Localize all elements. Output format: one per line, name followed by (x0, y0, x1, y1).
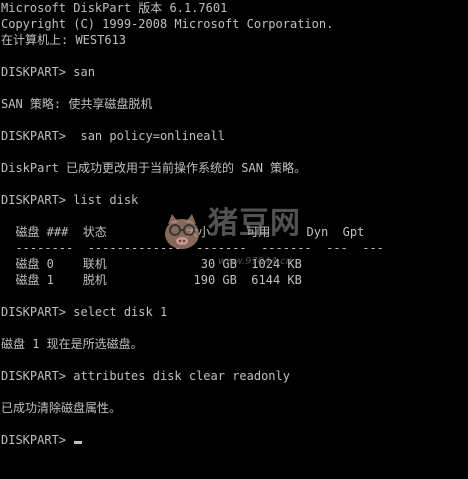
console-line-output: SAN 策略: 使共享磁盘脱机 (1, 97, 153, 111)
console-line-version: Microsoft DiskPart 版本 6.1.7601 (1, 1, 228, 15)
console-line-output: 磁盘 1 现在是所选磁盘。 (1, 337, 143, 351)
disk-table-row: 磁盘 0 联机 30 GB 1024 KB (1, 257, 302, 271)
console-prompt-line[interactable]: DISKPART> (1, 432, 83, 448)
text-cursor (74, 441, 83, 444)
disk-table-row: 磁盘 1 脱机 190 GB 6144 KB (1, 273, 302, 287)
console-line-command: DISKPART> san (1, 65, 95, 79)
disk-table-separator: -------- ------------- ------- ------- -… (1, 241, 384, 255)
console-window[interactable]: Microsoft DiskPart 版本 6.1.7601 Copyright… (0, 0, 468, 479)
console-line-copyright: Copyright (C) 1999-2008 Microsoft Corpor… (1, 17, 334, 31)
console-line-command: DISKPART> attributes disk clear readonly (1, 369, 290, 383)
console-line-output: DiskPart 已成功更改用于当前操作系统的 SAN 策略。 (1, 161, 307, 175)
console-line-computer: 在计算机上: WEST613 (1, 33, 127, 47)
console-line-command: DISKPART> list disk (1, 193, 139, 207)
console-line-output: 已成功清除磁盘属性。 (1, 401, 122, 415)
disk-table-header: 磁盘 ### 状态 大小 可用 Dyn Gpt (1, 225, 365, 239)
console-line-command: DISKPART> select disk 1 (1, 305, 168, 319)
console-line-command: DISKPART> san policy=onlineall (1, 129, 225, 143)
prompt-text: DISKPART> (1, 433, 74, 447)
